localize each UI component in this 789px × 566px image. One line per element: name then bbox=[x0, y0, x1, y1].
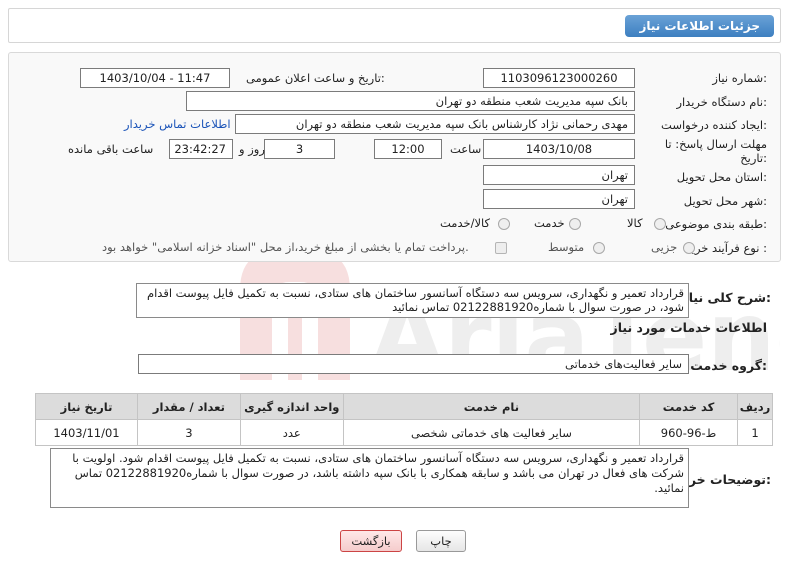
city-label: شهر محل تحویل: bbox=[683, 194, 767, 208]
remaining-time-field[interactable]: 23:42:27 bbox=[169, 139, 233, 159]
col-row: ردیف bbox=[737, 393, 773, 420]
buyer-notes-textarea[interactable]: قرارداد تعمیر و نگهداری، سرویس سه دستگاه… bbox=[50, 448, 689, 508]
province-field[interactable]: تهران bbox=[483, 165, 635, 185]
services-table-header: ردیف کد خدمت نام خدمت واحد اندازه گیری ت… bbox=[35, 393, 773, 420]
col-code: کد خدمت bbox=[639, 393, 739, 420]
deadline-date-field[interactable]: 1403/10/08 bbox=[483, 139, 635, 159]
process-medium-label: متوسط bbox=[548, 240, 585, 254]
category-goods-service-label: کالا/خدمت bbox=[440, 216, 491, 230]
category-goods-radio[interactable] bbox=[654, 218, 666, 230]
process-medium-radio[interactable] bbox=[593, 242, 605, 254]
creator-field[interactable]: مهدی رحمانی نژاد کارشناس بانک سپه مدیریت… bbox=[235, 114, 635, 134]
days-remaining-field[interactable]: 3 bbox=[264, 139, 335, 159]
city-field[interactable]: تهران bbox=[483, 189, 635, 209]
page-header: جزئیات اطلاعات نیاز bbox=[8, 8, 781, 43]
print-button[interactable]: چاپ bbox=[416, 530, 466, 552]
buyer-contact-link[interactable]: اطلاعات تماس خریدار bbox=[124, 117, 231, 131]
category-goods-service-radio[interactable] bbox=[498, 218, 510, 230]
service-group-field[interactable]: سایر فعالیت‌های خدماتی bbox=[138, 354, 689, 374]
cell-qty: 3 bbox=[136, 419, 241, 446]
category-label: طبقه بندی موضوعی: bbox=[665, 217, 767, 231]
announce-date-field[interactable]: 1403/10/04 - 11:47 bbox=[80, 68, 230, 88]
category-service-radio[interactable] bbox=[569, 218, 581, 230]
deadline-time-field[interactable]: 12:00 bbox=[374, 139, 442, 159]
need-number-label: شماره نیاز: bbox=[712, 71, 767, 85]
page-title: جزئیات اطلاعات نیاز bbox=[625, 15, 774, 37]
summary-label: شرح کلی نیاز: bbox=[681, 290, 772, 305]
col-date: تاریخ نیاز bbox=[35, 393, 138, 420]
province-label: استان محل تحویل: bbox=[676, 170, 767, 184]
category-goods-label: کالا bbox=[627, 216, 643, 230]
announce-date-label: تاریخ و ساعت اعلان عمومی: bbox=[246, 71, 385, 85]
back-button[interactable]: بازگشت bbox=[340, 530, 402, 552]
cell-name: سایر فعالیت های خدماتی شخصی bbox=[342, 419, 641, 446]
services-table: ردیف کد خدمت نام خدمت واحد اندازه گیری ت… bbox=[35, 393, 773, 446]
process-minor-label: جزیی bbox=[651, 240, 678, 254]
treasury-payment-checkbox[interactable] bbox=[495, 242, 507, 254]
category-service-label: خدمت bbox=[534, 216, 565, 230]
col-name: نام خدمت bbox=[342, 393, 641, 420]
summary-textarea[interactable]: قرارداد تعمیر و نگهداری، سرویس سه دستگاه… bbox=[136, 283, 689, 318]
deadline-time-label: ساعت bbox=[450, 142, 482, 156]
cell-code: ط-96-960 bbox=[639, 419, 739, 446]
process-minor-radio[interactable] bbox=[683, 242, 695, 254]
buyer-org-label: نام دستگاه خریدار: bbox=[676, 95, 767, 109]
need-number-field[interactable]: 1103096123000260 bbox=[483, 68, 635, 88]
creator-label: ایجاد کننده درخواست: bbox=[661, 118, 767, 132]
process-label: نوع فرآیند خرید : bbox=[685, 241, 767, 255]
col-unit: واحد اندازه گیری bbox=[239, 393, 344, 420]
deadline-label: مهلت ارسال پاسخ: تا bbox=[664, 137, 767, 151]
treasury-payment-note: پرداخت تمام یا بخشی از مبلغ خرید،از محل … bbox=[102, 240, 469, 254]
days-label: روز و bbox=[239, 142, 265, 156]
buyer-org-field[interactable]: بانک سپه مدیریت شعب منطقه دو تهران bbox=[186, 91, 635, 111]
remaining-time-label: ساعت باقی مانده bbox=[68, 142, 154, 156]
table-row[interactable]: 1 ط-96-960 سایر فعالیت های خدماتی شخصی ع… bbox=[35, 419, 773, 446]
service-group-label: گروه خدمت: bbox=[690, 358, 767, 373]
cell-row: 1 bbox=[737, 419, 773, 446]
col-qty: تعداد / مقدار bbox=[136, 393, 241, 420]
services-section-title: اطلاعات خدمات مورد نیاز bbox=[610, 320, 768, 335]
deadline-date-label: تاریخ: bbox=[740, 151, 767, 165]
cell-unit: عدد bbox=[239, 419, 344, 446]
cell-date: 1403/11/01 bbox=[35, 419, 138, 446]
